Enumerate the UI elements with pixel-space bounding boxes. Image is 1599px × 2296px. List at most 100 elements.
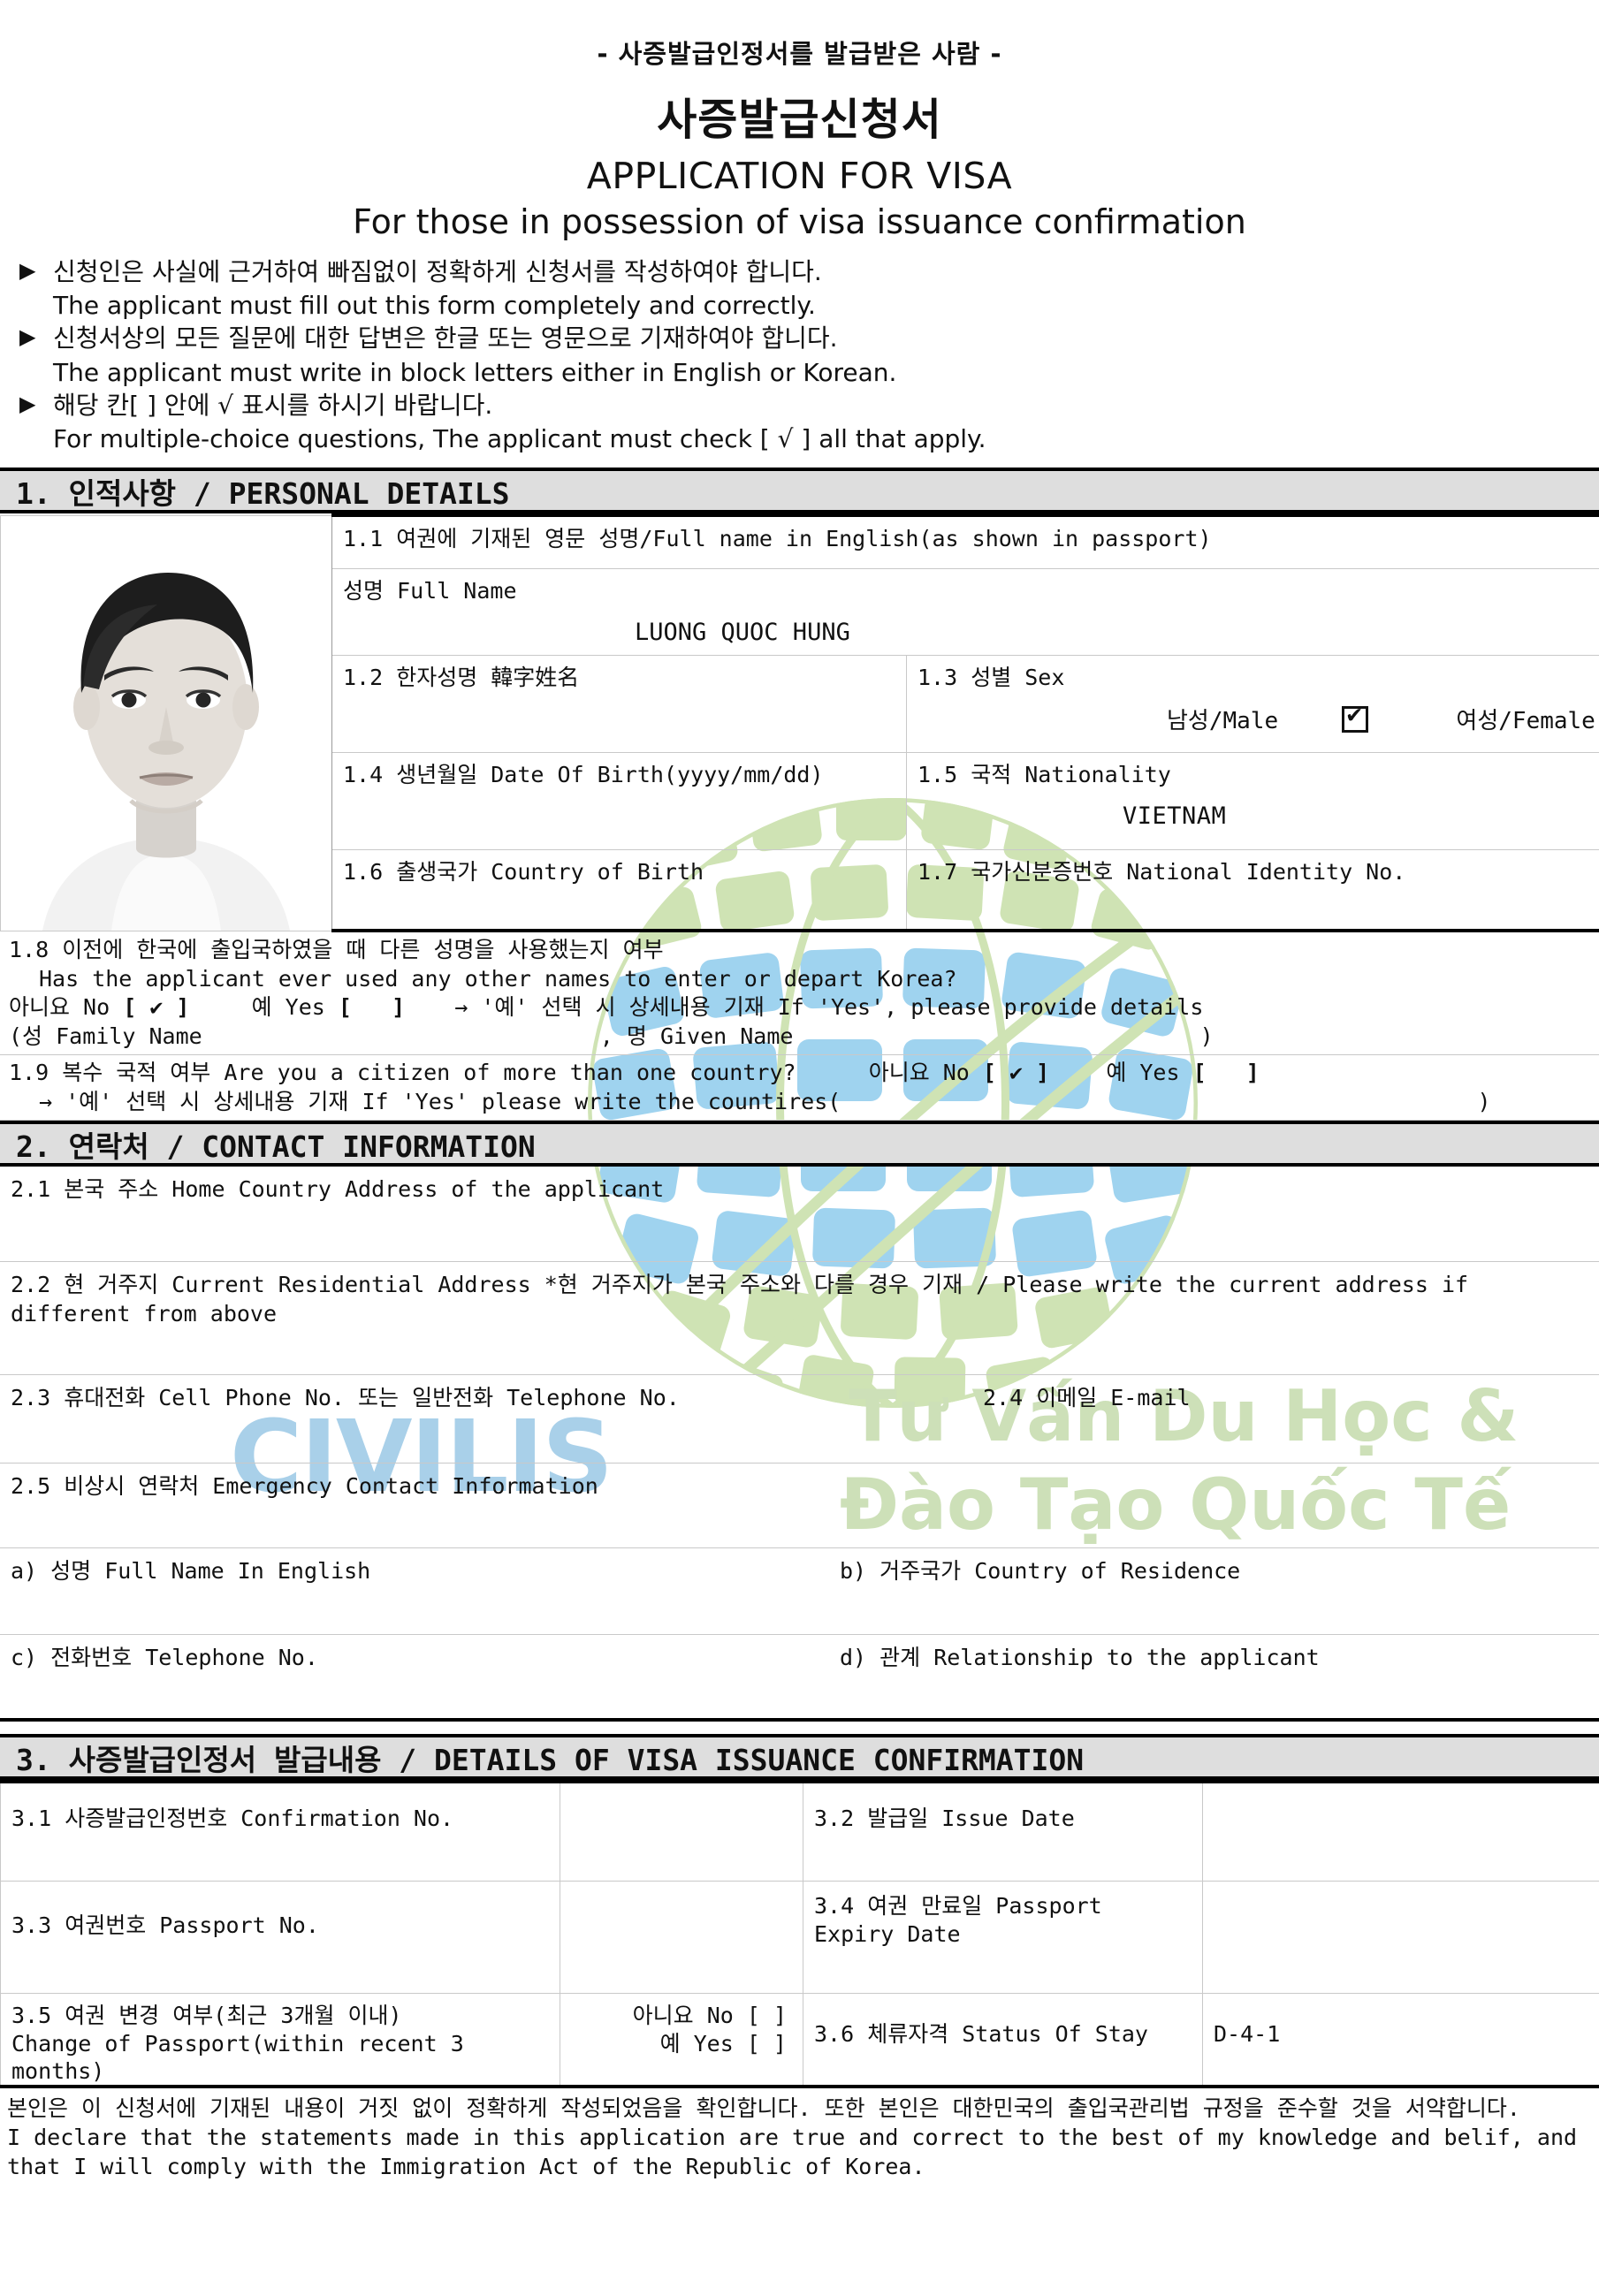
field-3-1-value[interactable] <box>560 1782 803 1882</box>
f18-given-name-label: , 명 Given Name <box>600 1023 794 1049</box>
field-2-4-label: 2.4 이메일 E-mail <box>983 1385 1191 1410</box>
triangle-bullet-icon: ▶ <box>19 257 35 285</box>
field-3-6-value[interactable]: D-4-1 <box>1203 1994 1599 2087</box>
field-3-3-passport-no-label: 3.3 여권번호 Passport No. <box>1 1882 560 1994</box>
field-2-1-label: 2.1 본국 주소 Home Country Address of the ap… <box>11 1176 664 1202</box>
declaration-block: 본인은 이 신청서에 기재된 내용이 거짓 없이 정확하게 작성되었음을 확인합… <box>0 2088 1599 2181</box>
instruction-english: The applicant must write in block letter… <box>16 356 1599 389</box>
field-3-5-no-option[interactable]: 아니요 No [ ] <box>571 2002 787 2029</box>
f19-no-label: 아니요 No <box>869 1060 970 1085</box>
table-row: 3.3 여권번호 Passport No. 3.4 여권 만료일 Passpor… <box>1 1882 1599 1994</box>
field-1-7-label: 1.7 국가신분증번호 National Identity No. <box>918 859 1405 885</box>
instruction-korean: 신청인은 사실에 근거하여 빠짐없이 정확하게 신청서를 작성하여야 합니다. <box>53 257 822 286</box>
field-2-5-label: 2.5 비상시 연락처 Emergency Contact Informatio… <box>11 1473 598 1499</box>
section-header-contact-information: 2. 연락처 / CONTACT INFORMATION <box>0 1121 1599 1167</box>
field-3-5-yes-option[interactable]: 예 Yes [ ] <box>571 2030 787 2057</box>
field-1-2-hanja-name: 1.2 한자성명 韓字姓名 <box>332 656 907 753</box>
section-header-personal-details: 1. 인적사항 / PERSONAL DETAILS <box>0 468 1599 513</box>
instruction-korean: 신청서상의 모든 질문에 대한 답변은 한글 또는 영문으로 기재하여야 합니다… <box>53 323 838 353</box>
instruction-english: The applicant must fill out this form co… <box>16 289 1599 322</box>
field-3-5-change-of-passport: 3.5 여권 변경 여부(최근 3개월 이내) Change of Passpo… <box>1 1994 560 2087</box>
instruction-english: For multiple-choice questions, The appli… <box>16 422 1599 455</box>
f18-no-mark[interactable]: ✔ <box>149 994 163 1020</box>
field-2-5-cd-row: c) 전화번호 Telephone No. d) 관계 Relationship… <box>0 1635 1599 1722</box>
field-2-5-b-country: b) 거주국가 Country of Residence <box>840 1557 1590 1586</box>
triangle-bullet-icon: ▶ <box>19 323 35 352</box>
emergency-row-cd: c) 전화번호 Telephone No. d) 관계 Relationship… <box>11 1644 1590 1673</box>
field-1-6-country-of-birth: 1.6 출생국가 Country of Birth <box>332 850 907 931</box>
page-subtitle-english: For those in possession of visa issuance… <box>0 202 1599 241</box>
f18-detail-close: ) <box>1200 1023 1214 1049</box>
field-2-5-a-label: a) 성명 Full Name In English <box>11 1558 370 1584</box>
field-1-2-label: 1.2 한자성명 韓字姓名 <box>343 665 579 690</box>
field-3-3-value[interactable] <box>560 1882 803 1994</box>
instruction-korean: 해당 칸[ ] 안에 √ 표시를 하시기 바랍니다. <box>53 391 492 420</box>
field-1-9-detail: → '예' 선택 시 상세내용 기재 If 'Yes' please write… <box>9 1088 1592 1117</box>
f18-no-label: 아니요 No <box>9 994 110 1020</box>
female-label: 여성/Female <box>1456 707 1595 736</box>
field-3-6-status-of-stay-label: 3.6 체류자격 Status Of Stay <box>803 1994 1203 2087</box>
field-2-5-c-label: c) 전화번호 Telephone No. <box>11 1645 318 1670</box>
field-2-1-home-address: 2.1 본국 주소 Home Country Address of the ap… <box>0 1167 1599 1262</box>
table-row: 3.5 여권 변경 여부(최근 3개월 이내) Change of Passpo… <box>1 1994 1599 2087</box>
personal-details-table: 1.1 여권에 기재된 영문 성명/Full name in English(a… <box>0 513 1599 932</box>
emergency-row-ab: a) 성명 Full Name In English b) 거주국가 Count… <box>11 1557 1590 1586</box>
f19-detail-label: → '예' 선택 시 상세내용 기재 If 'Yes' please write… <box>39 1089 841 1114</box>
visa-application-page: CIVILIS Tư Vấn Du Học & Đào Tạo Quốc Tế … <box>0 34 1599 2296</box>
section-header-visa-issuance-confirmation: 3. 사증발급인정서 발급내용 / DETAILS OF VISA ISSUAN… <box>0 1734 1599 1780</box>
photo-cell <box>1 515 332 931</box>
male-checkbox[interactable]: ✔ <box>1342 706 1368 733</box>
field-1-5-label: 1.5 국적 Nationality <box>918 762 1171 787</box>
field-1-8-detail-line: (성 Family Name , 명 Given Name ) <box>9 1023 1592 1052</box>
field-1-4-date-of-birth: 1.4 생년월일 Date Of Birth(yyyy/mm/dd) <box>332 753 907 850</box>
declaration-english: I declare that the statements made in th… <box>7 2123 1594 2181</box>
declaration-korean: 본인은 이 신청서에 기재된 내용이 거짓 없이 정확하게 작성되었음을 확인합… <box>7 2094 1594 2123</box>
document-header: - 사증발급인정서를 발급받은 사람 - 사증발급신청서 APPLICATION… <box>0 34 1599 241</box>
field-1-5-value[interactable]: VIETNAM <box>1123 802 1590 832</box>
f19-yes-label: 예 Yes <box>1106 1060 1179 1085</box>
field-2-2-current-address: 2.2 현 거주지 Current Residential Address *현… <box>0 1262 1599 1375</box>
f18-yes-label: 예 Yes <box>252 994 325 1020</box>
field-2-5-a-full-name: a) 성명 Full Name In English <box>11 1557 840 1586</box>
field-1-8-options: 아니요 No [ ✔ ] 예 Yes [ ] → '예' 선택 시 상세내용 기… <box>9 993 1592 1023</box>
page-title-english: APPLICATION FOR VISA <box>0 155 1599 197</box>
field-1-1-label: 1.1 여권에 기재된 영문 성명/Full name in English(a… <box>332 515 1599 569</box>
field-2-3-2-4-phone-email: 2.3 휴대전화 Cell Phone No. 또는 일반전화 Telephon… <box>0 1375 1599 1464</box>
field-1-3-label: 1.3 성별 Sex <box>918 665 1064 690</box>
f18-arrow-note: → '예' 선택 시 상세내용 기재 If 'Yes', please prov… <box>454 994 1203 1020</box>
field-3-4-value[interactable] <box>1203 1882 1599 1994</box>
male-label: 남성/Male <box>1167 707 1278 736</box>
field-1-8-label-kr: 1.8 이전에 한국에 출입국하였을 때 다른 성명을 사용했는지 여부 <box>9 936 1592 965</box>
field-2-3-cell-phone: 2.3 휴대전화 Cell Phone No. 또는 일반전화 Telephon… <box>11 1384 983 1413</box>
field-1-9-label: 1.9 복수 국적 여부 Are you a citizen of more t… <box>9 1060 796 1085</box>
full-name-value[interactable]: LUONG QUOC HUNG <box>635 618 1590 648</box>
field-1-8-other-names: 1.8 이전에 한국에 출입국하였을 때 다른 성명을 사용했는지 여부 Has… <box>0 932 1599 1055</box>
f18-family-name-label: (성 Family Name <box>9 1023 202 1049</box>
field-3-5-label-kr: 3.5 여권 변경 여부(최근 3개월 이내) <box>11 2002 551 2029</box>
full-name-label: 성명 Full Name <box>343 578 517 604</box>
field-1-6-label: 1.6 출생국가 Country of Birth <box>343 859 704 885</box>
field-3-1-confirmation-no-label: 3.1 사증발급인정번호 Confirmation No. <box>1 1782 560 1882</box>
visa-confirmation-table: 3.1 사증발급인정번호 Confirmation No. 3.2 발급일 Is… <box>0 1780 1599 2088</box>
field-1-9-options: 1.9 복수 국적 여부 Are you a citizen of more t… <box>9 1059 1592 1088</box>
field-2-2-label: 2.2 현 거주지 Current Residential Address *현… <box>11 1272 1468 1327</box>
triangle-bullet-icon: ▶ <box>19 391 35 419</box>
field-2-5-c-telephone: c) 전화번호 Telephone No. <box>11 1644 840 1673</box>
field-3-5-options: 아니요 No [ ] 예 Yes [ ] <box>560 1994 803 2087</box>
field-3-5-label-en: Change of Passport(within recent 3 month… <box>11 2030 551 2086</box>
f19-detail-close: ) <box>1477 1089 1490 1114</box>
instruction-item: ▶ 해당 칸[ ] 안에 √ 표시를 하시기 바랍니다. <box>16 389 1599 422</box>
field-3-2-value[interactable] <box>1203 1782 1599 1882</box>
male-check-mark: ✔ <box>1347 701 1362 727</box>
field-3-2-issue-date-label: 3.2 발급일 Issue Date <box>803 1782 1203 1882</box>
field-2-3-label: 2.3 휴대전화 Cell Phone No. 또는 일반전화 Telephon… <box>11 1385 680 1410</box>
field-full-name: 성명 Full Name LUONG QUOC HUNG <box>332 569 1599 656</box>
page-title-korean: 사증발급신청서 <box>0 85 1599 148</box>
field-2-5-d-relationship: d) 관계 Relationship to the applicant <box>840 1644 1590 1673</box>
avatar <box>7 520 325 931</box>
field-1-4-label: 1.4 생년월일 Date Of Birth(yyyy/mm/dd) <box>343 762 824 787</box>
table-row: 1.1 여권에 기재된 영문 성명/Full name in English(a… <box>1 515 1599 569</box>
instruction-item: ▶ 신청인은 사실에 근거하여 빠짐없이 정확하게 신청서를 작성하여야 합니다… <box>16 255 1599 288</box>
passport-photo-icon <box>7 520 325 931</box>
f19-no-mark[interactable]: ✔ <box>1009 1060 1023 1085</box>
